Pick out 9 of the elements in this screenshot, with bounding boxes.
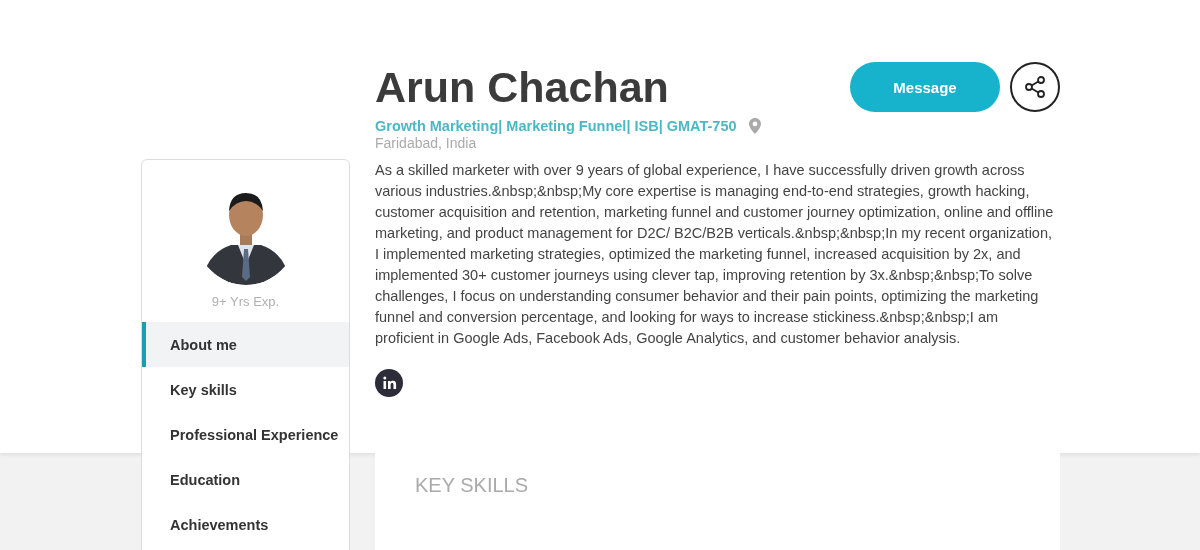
about-text: As a skilled marketer with over 9 years of global experience, I have successfully driven growth across various industries.&nbsp;&nbsp;My core expertise is managing end-to-end strategies, growth hacking, customer acquisition and retention, marketing funnel and customer journey optimization, online and offline marketing, and product management for D2C/ B2C/B2B verticals.&nbsp;&nbsp;In my recent organization, I implemented marketing strategies, optimized the marketing funnel, increased acquisition by 2x, and implemented 30+ customer journeys using clever tap, improving retention by 3x.&nbsp;&nbsp;To solve challenges, I focus on understanding consumer behavior and their pain points, optimizing the marketing funnel and conversion percentage, and looking for ways to increase stickiness.&nbsp;&nbsp;I am proficient in Google Ads, Facebook Ads, Google Analytics, and customer behavior analysis.: [375, 161, 1055, 348]
section-title: KEY SKILLS: [415, 474, 530, 497]
experience-label: 9+ Yrs Exp.: [210, 294, 281, 309]
linkedin-icon[interactable]: [375, 369, 403, 397]
location-pin-icon: [748, 118, 761, 134]
profile-name: Arun Chachan: [375, 62, 670, 112]
nav-item[interactable]: About me: [142, 322, 349, 367]
headline: Growth Marketing| Marketing Funnel| ISB| GMAT-750: [375, 118, 737, 134]
location: Faridabad, India: [375, 135, 478, 151]
